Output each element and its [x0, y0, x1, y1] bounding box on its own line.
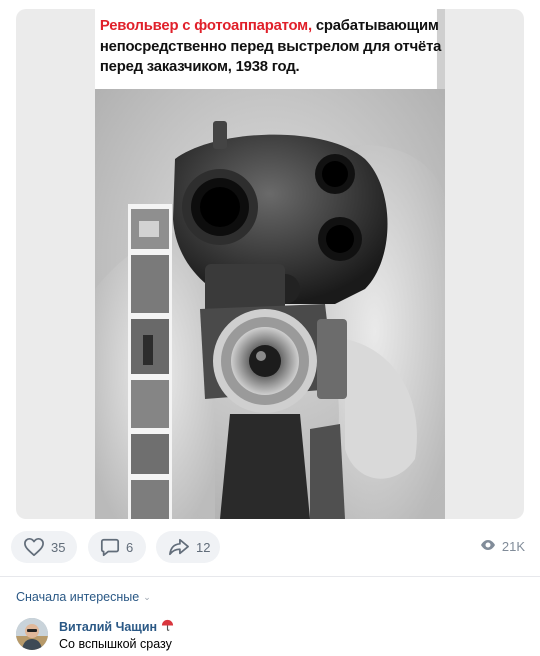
post-action-bar: 35 6 12 21K: [0, 531, 540, 563]
comment-button[interactable]: 6: [88, 531, 146, 563]
comment-count: 6: [126, 539, 134, 555]
chevron-down-icon: ⌄: [143, 591, 151, 602]
caption-text-1: срабатывающим: [311, 17, 439, 34]
comments-sort-dropdown[interactable]: Сначала интересные ⌄: [16, 590, 151, 604]
share-arrow-icon: [168, 537, 190, 557]
caption-text-2: непосредственно перед выстрелом для отчё…: [99, 37, 442, 55]
comment-author[interactable]: Виталий Чащин: [59, 619, 174, 635]
umbrella-icon: [161, 619, 174, 635]
views-count: 21K: [501, 539, 525, 554]
comment-item: Виталий Чащин Со вспышкой сразу: [16, 617, 524, 653]
comment-text: Со вспышкой сразу: [59, 637, 172, 651]
sort-label: Сначала интересные: [16, 590, 140, 604]
revolver-photo: [95, 89, 445, 519]
share-button[interactable]: 12: [156, 531, 220, 563]
heart-icon: [23, 537, 45, 557]
like-button[interactable]: 35: [11, 531, 77, 563]
post-image[interactable]: Револьвер с фотоаппаратом, срабатывающим…: [16, 9, 524, 519]
section-divider: [0, 576, 540, 577]
share-count: 12: [196, 539, 211, 555]
poster: Револьвер с фотоаппаратом, срабатывающим…: [95, 9, 445, 519]
views-counter: 21K: [480, 539, 525, 554]
avatar[interactable]: [16, 618, 48, 650]
post-caption: Револьвер с фотоаппаратом, срабатывающим…: [95, 9, 442, 89]
author-name: Виталий Чащин: [59, 620, 158, 634]
caption-text-3: перед заказчиком, 1938 год.: [99, 58, 300, 75]
caption-highlight: Револьвер с фотоаппаратом,: [99, 17, 312, 34]
like-count: 35: [51, 539, 66, 555]
eye-icon: [480, 539, 496, 554]
comment-icon: [100, 537, 120, 557]
